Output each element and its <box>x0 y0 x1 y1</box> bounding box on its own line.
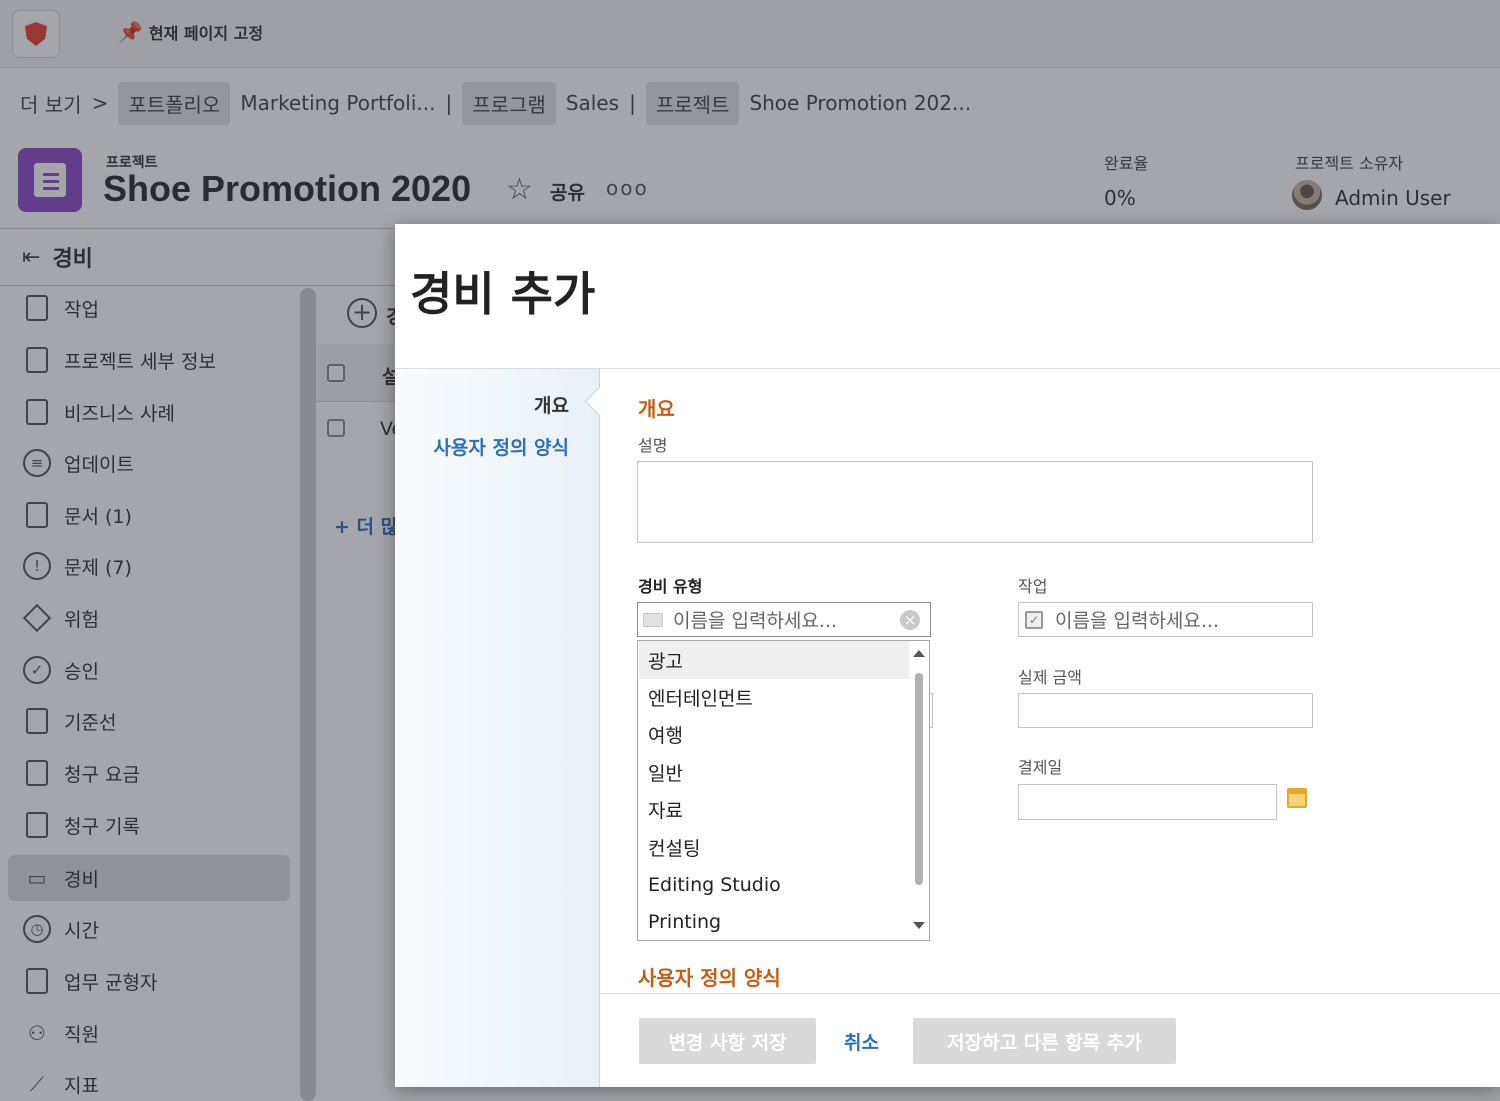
dropdown-scrollbar[interactable] <box>910 642 928 939</box>
section-nav-custom-forms[interactable]: 사용자 정의 양식 <box>433 433 569 460</box>
dialog-title: 경비 추가 <box>410 267 596 321</box>
task-input[interactable]: ✓ 이름을 입력하세요... <box>1018 602 1313 637</box>
expense-type-input[interactable]: 이름을 입력하세요... × <box>637 602 931 637</box>
description-field[interactable] <box>637 461 1313 543</box>
dropdown-option[interactable]: 일반 <box>639 753 909 791</box>
expense-type-placeholder: 이름을 입력하세요... <box>673 610 837 632</box>
flag-icon <box>643 612 663 627</box>
dropdown-option[interactable]: Printing <box>639 903 909 941</box>
payment-date-field[interactable] <box>1018 784 1277 820</box>
section-heading-custom-forms: 사용자 정의 양식 <box>638 966 781 990</box>
save-button[interactable]: 변경 사항 저장 <box>639 1018 816 1064</box>
payment-date-label: 결제일 <box>1018 758 1063 777</box>
task-label: 작업 <box>1018 577 1048 596</box>
add-expense-dialog: 경비 추가 개요 사용자 정의 양식 <box>395 224 1500 1087</box>
calendar-picker-icon[interactable] <box>1287 788 1307 808</box>
dropdown-option[interactable]: 자료 <box>639 790 909 828</box>
dropdown-option[interactable]: 여행 <box>639 715 909 753</box>
dropdown-option[interactable]: 엔터테인먼트 <box>639 678 909 716</box>
cancel-button[interactable]: 취소 <box>844 1028 879 1055</box>
task-placeholder: 이름을 입력하세요... <box>1055 610 1219 632</box>
section-heading-overview: 개요 <box>638 397 675 421</box>
description-label: 설명 <box>638 436 668 455</box>
section-nav-overview[interactable]: 개요 <box>534 391 569 418</box>
save-and-add-another-button[interactable]: 저장하고 다른 항목 추가 <box>913 1018 1176 1064</box>
scroll-up-icon[interactable] <box>913 650 925 657</box>
clear-icon[interactable]: × <box>900 610 920 630</box>
dialog-footer: 변경 사항 저장 취소 저장하고 다른 항목 추가 <box>600 993 1500 1087</box>
dialog-section-nav: 개요 사용자 정의 양식 <box>395 368 600 1087</box>
task-checkbox-icon: ✓ <box>1025 610 1043 629</box>
expense-type-label: 경비 유형 <box>638 577 703 596</box>
scrollbar-thumb[interactable] <box>915 673 923 885</box>
expense-type-dropdown: 광고 엔터테인먼트 여행 일반 자료 컨설팅 Editing Studio Pr… <box>637 640 930 941</box>
dropdown-option[interactable]: 컨설팅 <box>639 828 909 866</box>
dropdown-option[interactable]: Editing Studio <box>639 866 909 904</box>
dropdown-option[interactable]: 광고 <box>639 641 909 679</box>
actual-amount-label: 실제 금액 <box>1018 668 1082 687</box>
actual-amount-field[interactable] <box>1018 693 1313 728</box>
scroll-down-icon[interactable] <box>913 922 925 929</box>
